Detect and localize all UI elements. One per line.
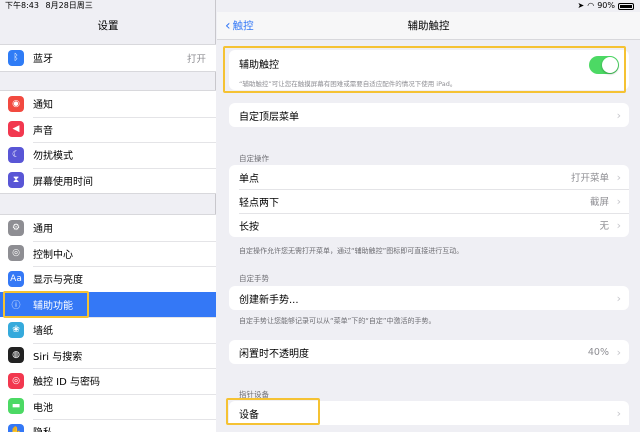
assistive-touch-description: “辅助触控”可让您在触摸屏幕有困难或需要自适应配件的情况下使用 iPad。 bbox=[239, 80, 457, 88]
sidebar-group-connectivity: ᛒ 蓝牙 打开 bbox=[0, 44, 216, 72]
sidebar-title: 设置 bbox=[97, 20, 119, 32]
location-icon: ➤ bbox=[577, 1, 585, 10]
sidebar-item[interactable]: Aa 显示与亮度 bbox=[0, 266, 216, 292]
chevron-right-icon: › bbox=[616, 406, 621, 420]
sidebar-item[interactable]: ◍ Siri 与搜索 bbox=[0, 343, 216, 369]
sidebar-item[interactable]: ⚙ 通用 bbox=[0, 215, 216, 241]
notification-icon: ◉ bbox=[8, 95, 24, 112]
settings-sidebar: 设置 ᛒ 蓝牙 打开 ◉ 通知 ◀ 声音 ☾ 勿扰模式 ⧗ 屏幕使用时间 ⚙ 通用 ◎ 控制中心 Aa 显示… bbox=[0, 0, 216, 432]
idle-opacity-label: 闲置时不透明度 bbox=[239, 348, 309, 360]
sidebar-item[interactable]: ⧗ 屏幕使用时间 bbox=[0, 168, 216, 194]
chevron-right-icon: › bbox=[616, 170, 621, 184]
sidebar-item[interactable]: ᛒ 蓝牙 打开 bbox=[0, 45, 216, 71]
sidebar-item-label: 墙纸 bbox=[33, 322, 216, 337]
sidebar-item[interactable]: ◎ 控制中心 bbox=[0, 241, 216, 267]
gear-icon: ⚙ bbox=[8, 219, 24, 236]
sidebar-item-label: 控制中心 bbox=[33, 246, 216, 261]
chevron-right-icon: › bbox=[616, 345, 621, 359]
custom-actions-footnote: 自定操作允许您无需打开菜单，通过“辅助触控”图标即可直接进行互动。 bbox=[239, 247, 464, 255]
toggle-knob bbox=[602, 57, 618, 73]
custom-gestures-header: 自定手势 bbox=[239, 274, 269, 283]
sidebar-item-label: 屏幕使用时间 bbox=[33, 173, 216, 188]
page-title: 辅助触控 bbox=[407, 20, 450, 32]
sidebar-item-label: 显示与亮度 bbox=[33, 271, 216, 286]
accessibility-icon: ⓘ bbox=[8, 296, 24, 313]
sidebar-item[interactable]: ◀ 声音 bbox=[0, 117, 216, 143]
sidebar-item-label: 隐私 bbox=[33, 424, 216, 432]
sound-icon: ◀ bbox=[8, 121, 24, 138]
wallpaper-icon: ❀ bbox=[8, 321, 24, 338]
sidebar-item[interactable]: ◉ 通知 bbox=[0, 91, 216, 117]
create-gesture-row[interactable]: 创建新手势... › bbox=[229, 286, 629, 310]
wifi-icon: ◠ bbox=[587, 1, 595, 10]
privacy-icon: ✋ bbox=[8, 423, 24, 432]
moon-icon: ☾ bbox=[8, 146, 24, 163]
chevron-right-icon: › bbox=[616, 291, 621, 305]
custom-top-menu-label: 自定顶层菜单 bbox=[239, 111, 299, 123]
custom-menu-card: 自定顶层菜单 › bbox=[229, 103, 629, 127]
status-bar: 下午8:43 8月28日周三 ➤ ◠ 90% bbox=[0, 0, 640, 12]
pointer-devices-header: 指针设备 bbox=[239, 390, 269, 399]
status-time: 下午8:43 bbox=[5, 1, 39, 10]
sidebar-group-system: ⚙ 通用 ◎ 控制中心 Aa 显示与亮度 ⓘ 辅助功能 ❀ 墙纸 ◍ Siri 与搜索 ◎ 触控 ID 与… bbox=[0, 214, 216, 432]
nav-bar: ‹ 触控 辅助触控 bbox=[217, 12, 640, 40]
idle-opacity-card: 闲置时不透明度 40% › bbox=[229, 340, 629, 364]
custom-action-row[interactable]: 长按 无 › bbox=[229, 213, 629, 237]
status-time-date: 下午8:43 8月28日周三 bbox=[5, 0, 93, 12]
assistive-touch-page: ‹ 触控 辅助触控 辅助触控 “辅助触控”可让您在触摸屏幕有困难或需要自适应配件… bbox=[217, 0, 640, 432]
custom-action-value: 打开菜单 bbox=[570, 173, 609, 184]
custom-action-value: 截屏 bbox=[589, 197, 609, 208]
sidebar-item[interactable]: ☾ 勿扰模式 bbox=[0, 142, 216, 168]
sidebar-item-label: Siri 与搜索 bbox=[33, 348, 216, 363]
create-gesture-label: 创建新手势... bbox=[239, 294, 299, 306]
idle-opacity-value: 40% bbox=[587, 346, 609, 358]
custom-top-menu-row[interactable]: 自定顶层菜单 › bbox=[229, 103, 629, 127]
sidebar-item-label: 触控 ID 与密码 bbox=[33, 373, 216, 388]
control-center-icon: ◎ bbox=[8, 245, 24, 262]
assistive-touch-label: 辅助触控 bbox=[239, 60, 279, 71]
pointer-devices-card: 设备 › bbox=[229, 401, 629, 425]
chevron-right-icon: › bbox=[616, 218, 621, 232]
sidebar-item-label: 通用 bbox=[33, 224, 53, 236]
assistive-touch-card: 辅助触控 “辅助触控”可让您在触摸屏幕有困难或需要自适应配件的情况下使用 iPa… bbox=[229, 50, 629, 90]
custom-action-label: 轻点两下 bbox=[239, 197, 279, 209]
status-indicators: ➤ ◠ 90% bbox=[578, 0, 634, 12]
sidebar-item[interactable]: ⓘ 辅助功能 bbox=[0, 291, 216, 317]
custom-action-label: 长按 bbox=[239, 221, 259, 233]
custom-actions-header: 自定操作 bbox=[239, 154, 269, 163]
sidebar-group-notifications: ◉ 通知 ◀ 声音 ☾ 勿扰模式 ⧗ 屏幕使用时间 bbox=[0, 90, 216, 194]
sidebar-item[interactable]: ◎ 触控 ID 与密码 bbox=[0, 368, 216, 394]
hourglass-icon: ⧗ bbox=[8, 172, 24, 189]
fingerprint-icon: ◎ bbox=[8, 372, 24, 389]
sidebar-item-value: 打开 bbox=[186, 53, 206, 65]
status-date: 8月28日周三 bbox=[45, 1, 93, 10]
custom-action-row[interactable]: 轻点两下 截屏 › bbox=[229, 189, 629, 213]
assistive-touch-toggle[interactable] bbox=[589, 56, 619, 74]
idle-opacity-row[interactable]: 闲置时不透明度 40% › bbox=[229, 340, 629, 364]
sidebar-item-label: 勿扰模式 bbox=[33, 147, 216, 162]
sidebar-item-label: 辅助功能 bbox=[33, 300, 73, 312]
custom-gestures-card: 创建新手势... › bbox=[229, 286, 629, 310]
battery-percentage: 90% bbox=[597, 1, 615, 10]
custom-actions-card: 单点 打开菜单 › 轻点两下 截屏 › 长按 无 › bbox=[229, 165, 629, 237]
custom-gestures-footnote: 自定手势让您能够记录可以从“菜单”下的“自定”中激活的手势。 bbox=[239, 317, 436, 325]
bluetooth-icon: ᛒ bbox=[8, 49, 24, 66]
custom-action-label: 单点 bbox=[239, 173, 259, 185]
sidebar-item[interactable]: ❀ 墙纸 bbox=[0, 317, 216, 343]
devices-label: 设备 bbox=[239, 409, 259, 421]
chevron-right-icon: › bbox=[616, 108, 621, 122]
sidebar-item[interactable]: ✋ 隐私 bbox=[0, 419, 216, 432]
siri-icon: ◍ bbox=[8, 347, 24, 364]
sidebar-item[interactable]: ▬ 电池 bbox=[0, 394, 216, 420]
custom-action-value: 无 bbox=[599, 221, 609, 232]
devices-row[interactable]: 设备 › bbox=[229, 401, 629, 425]
custom-action-row[interactable]: 单点 打开菜单 › bbox=[229, 165, 629, 189]
sidebar-item-label: 通知 bbox=[33, 100, 53, 112]
battery-icon bbox=[618, 2, 634, 10]
sidebar-item-label: 电池 bbox=[33, 399, 216, 414]
battery-icon: ▬ bbox=[8, 398, 24, 415]
display-icon: Aa bbox=[8, 270, 24, 287]
sidebar-item-label: 声音 bbox=[33, 122, 216, 137]
chevron-right-icon: › bbox=[616, 194, 621, 208]
